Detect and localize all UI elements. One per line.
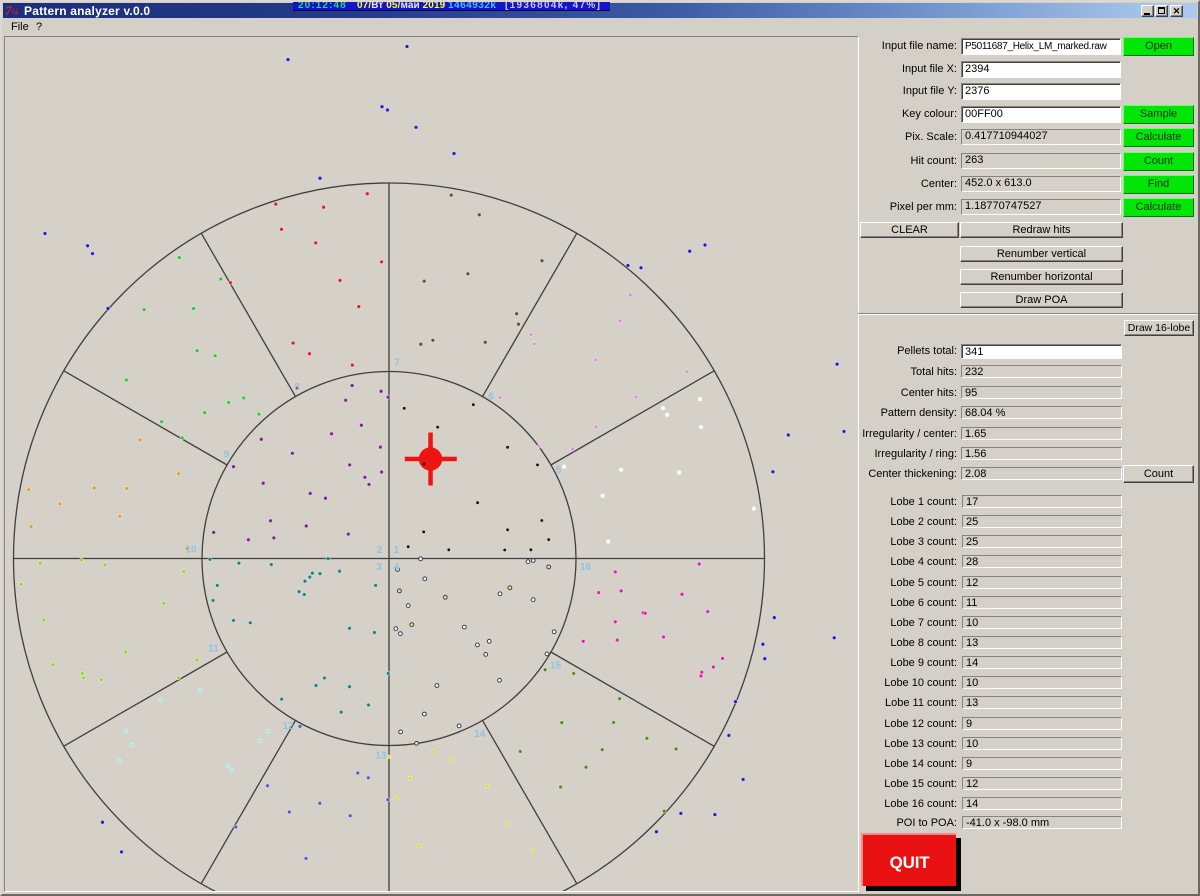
svg-text:3: 3	[376, 562, 382, 573]
svg-text:9: 9	[224, 450, 230, 461]
svg-text:12: 12	[282, 721, 294, 732]
svg-text:16: 16	[580, 562, 592, 573]
svg-text:11: 11	[208, 644, 219, 655]
svg-text:1: 1	[394, 545, 400, 556]
svg-text:4: 4	[394, 562, 400, 573]
svg-text:8: 8	[294, 382, 300, 393]
svg-text:10: 10	[185, 545, 197, 556]
svg-text:2: 2	[377, 545, 383, 556]
svg-text:6: 6	[488, 392, 494, 403]
svg-text:15: 15	[550, 661, 562, 672]
svg-text:14: 14	[474, 729, 486, 740]
svg-text:13: 13	[375, 751, 387, 762]
svg-text:7: 7	[394, 358, 400, 369]
svg-text:5: 5	[556, 465, 562, 476]
